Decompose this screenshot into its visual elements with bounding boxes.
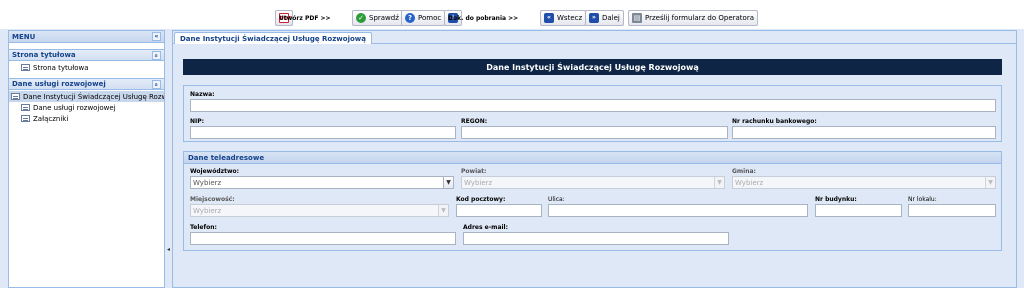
chevron-down-icon: ▼ [438,205,448,216]
tab-label: Dane Instytucji Świadczącej Usługę Rozwo… [180,34,366,43]
sidebar-group-header[interactable]: Dane usługi rozwojowej » [9,78,164,90]
sidebar-title: MENU [12,32,36,41]
form-icon [21,64,30,71]
phone-label: Telefon: [190,224,217,231]
collapse-arrow-icon[interactable]: ◂ [167,246,170,253]
back-button[interactable]: « Wstecz [540,10,587,26]
form-icon [21,115,30,122]
chevron-down-icon: ▼ [714,177,724,188]
sidebar-item-title-page[interactable]: Strona tytułowa [9,62,164,73]
help-button[interactable]: ? Pomoc [401,10,446,26]
regon-label: REGON: [461,118,488,125]
sidebar-group-service-data: Dane usługi rozwojowej » Dane Instytucji… [9,78,164,126]
next-button[interactable]: » Dalej [585,10,624,26]
voivodeship-select[interactable]: Wybierz ▼ [190,176,454,189]
street-label: Ulica: [548,196,565,203]
apartment-number-label: Nr lokalu: [908,196,937,203]
chevron-down-icon[interactable]: ▼ [443,177,453,188]
contact-legend: Dane teleadresowe [184,152,1001,164]
sidebar-item-institution-data[interactable]: Dane Instytucji Świadczącej Usługę Rozwo… [9,91,164,102]
sidebar-item-label: Dane Instytucji Świadczącej Usługę Rozwo… [23,92,164,101]
collapse-group-icon[interactable]: » [152,50,161,60]
sidebar-group-title-page: Strona tytułowa » Strona tytułowa [9,49,164,75]
city-value: Wybierz [193,206,222,215]
tab-strip: Dane Instytucji Świadczącej Usługę Rozwo… [173,31,1016,44]
chevron-down-icon: ▼ [985,177,995,188]
commune-value: Wybierz [735,178,764,187]
send-icon: ▤ [632,13,642,23]
collapse-group-icon[interactable]: » [152,79,161,89]
name-input[interactable] [190,99,996,112]
collapse-sidebar-icon[interactable]: « [152,32,161,41]
sidebar-header: MENU « [9,31,164,43]
sidebar-item-label: Załączniki [33,114,69,123]
form-icon [11,93,20,100]
double-chevron-right-icon: » [589,13,599,23]
regon-input[interactable] [461,126,728,139]
form-icon [21,104,30,111]
sidebar-item-attachments[interactable]: Załączniki [9,113,164,124]
postal-code-input[interactable] [456,204,542,217]
back-label: Wstecz [557,14,583,22]
tab-institution-data[interactable]: Dane Instytucji Świadczącej Usługę Rozwo… [174,32,372,44]
city-select[interactable]: Wybierz ▼ [190,204,449,217]
bank-account-input[interactable] [732,126,996,139]
sidebar: MENU « Strona tytułowa » Strona tytułowa… [8,30,165,288]
building-number-input[interactable] [815,204,902,217]
download-button[interactable]: ↓ Dok. do pobrania >> [444,10,518,26]
county-select[interactable]: Wybierz ▼ [461,176,725,189]
download-label: Dok. do pobrania >> [448,14,519,22]
sidebar-group-title: Dane usługi rozwojowej [12,80,106,88]
check-icon: ✓ [356,13,366,23]
street-input[interactable] [548,204,808,217]
nip-label: NIP: [190,118,205,125]
phone-input[interactable] [190,232,456,245]
create-pdf-label: Utwórz PDF >> [279,14,331,22]
name-label: Nazwa: [190,91,215,98]
next-label: Dalej [602,14,620,22]
institution-fieldset: Nazwa: NIP: REGON: Nr rachunku bankowego… [183,85,1002,142]
double-chevron-left-icon: « [544,13,554,23]
commune-label: Gmina: [732,168,756,175]
bank-account-label: Nr rachunku bankowego: [732,118,817,125]
help-icon: ? [405,13,415,23]
check-label: Sprawdź [369,14,399,22]
postal-code-label: Kod pocztowy: [456,196,506,203]
voivodeship-label: Województwo: [190,168,240,175]
check-button[interactable]: ✓ Sprawdź [352,10,403,26]
toolbar: PDF Utwórz PDF >> ✓ Sprawdź ? Pomoc ↓ Do… [0,0,1024,29]
county-label: Powiat: [461,168,487,175]
sidebar-group-title: Strona tytułowa [12,51,76,59]
county-value: Wybierz [464,178,493,187]
apartment-number-input[interactable] [908,204,996,217]
sidebar-group-header[interactable]: Strona tytułowa » [9,49,164,61]
email-label: Adres e-mail: [463,224,508,231]
create-pdf-button[interactable]: PDF Utwórz PDF >> [275,10,331,26]
commune-select[interactable]: Wybierz ▼ [732,176,996,189]
city-label: Miejscowość: [190,196,235,203]
contact-legend-text: Dane teleadresowe [188,153,265,162]
nip-input[interactable] [190,126,456,139]
form-title-text: Dane Instytucji Świadczącej Usługę Rozwo… [486,62,699,72]
form-title: Dane Instytucji Świadczącej Usługę Rozwo… [183,59,1002,75]
main-panel: Dane Instytucji Świadczącej Usługę Rozwo… [172,30,1017,288]
email-input[interactable] [463,232,729,245]
sidebar-item-label: Dane usługi rozwojowej [33,103,116,112]
send-to-operator-button[interactable]: ▤ Prześlij formularz do Operatora [628,10,759,26]
send-label: Prześlij formularz do Operatora [645,14,755,22]
help-label: Pomoc [418,14,442,22]
contact-fieldset: Dane teleadresowe Województwo: Wybierz ▼… [183,151,1002,251]
sidebar-item-service-data[interactable]: Dane usługi rozwojowej [9,102,164,113]
voivodeship-value: Wybierz [193,178,222,187]
building-number-label: Nr budynku: [815,196,857,203]
sidebar-item-label: Strona tytułowa [33,63,89,72]
